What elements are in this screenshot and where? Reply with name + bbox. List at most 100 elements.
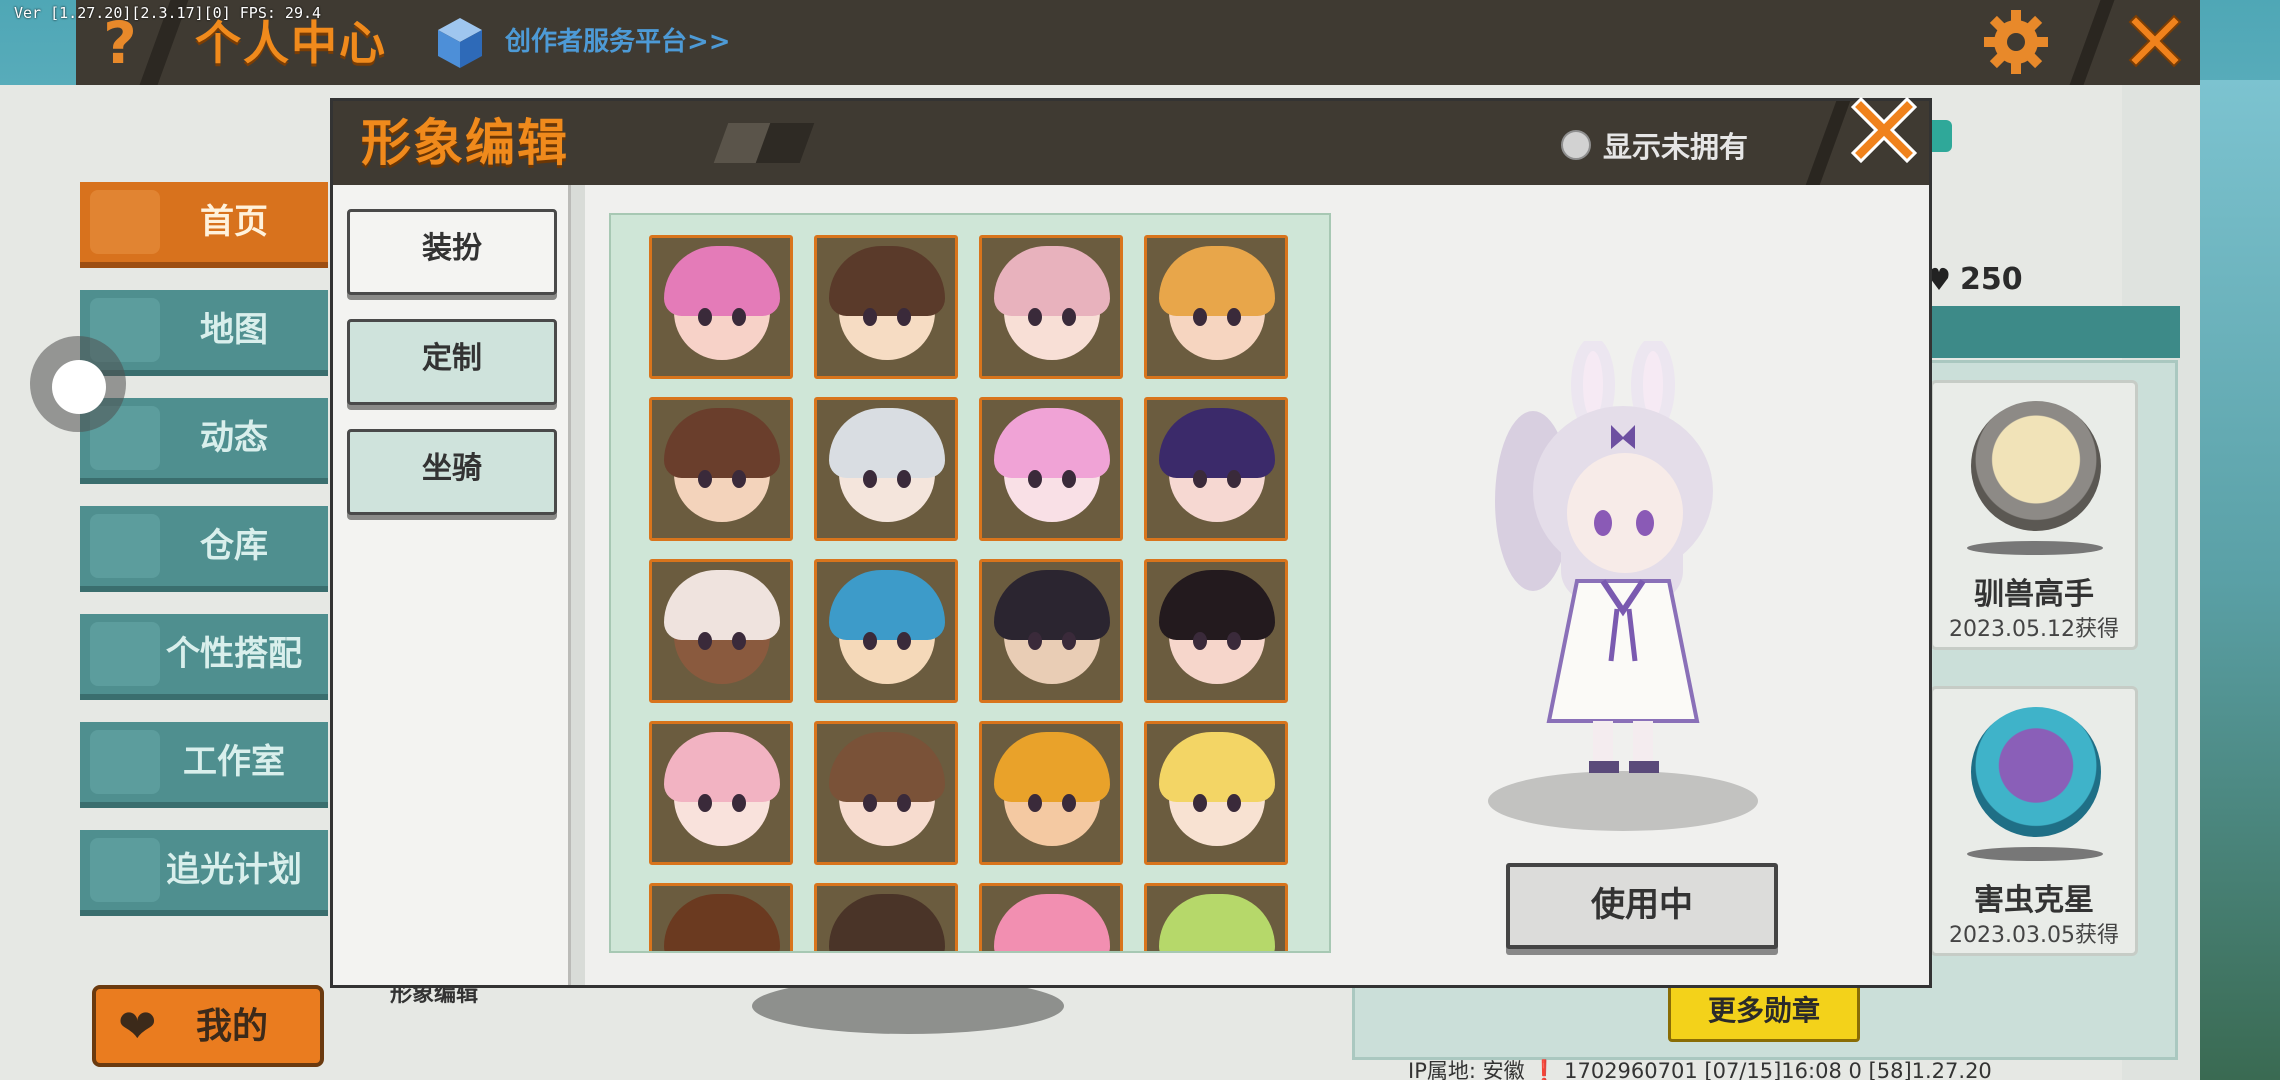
tab-mount[interactable]: 坐骑 [347, 429, 557, 515]
heart-icon: ❤ [118, 999, 157, 1053]
dialog-header: 形象编辑 显示未拥有 [333, 101, 1929, 185]
avatar-hair [664, 570, 780, 640]
pest-buster-medal-icon [1971, 707, 2101, 837]
avatar-option[interactable] [814, 235, 958, 379]
avatar-hair [1159, 732, 1275, 802]
avatar-hair [664, 732, 780, 802]
avatar-eye [1227, 470, 1241, 488]
background-scenery-right [2200, 80, 2280, 1080]
medal-date: 2023.05.12获得 [1949, 617, 2119, 642]
sidebar-item-studio[interactable]: 工作室 [80, 722, 328, 808]
medal-name: 害虫克星 [1974, 883, 2094, 918]
avatar-eye [897, 308, 911, 326]
avatar-option[interactable] [979, 559, 1123, 703]
avatar-eye [698, 794, 712, 812]
gear-icon[interactable] [1982, 8, 2050, 76]
avatar-option[interactable] [649, 397, 793, 541]
avatar-eye [698, 470, 712, 488]
avatar-option[interactable] [979, 883, 1123, 951]
beast-tamer-medal-icon [1971, 401, 2101, 531]
joystick-knob[interactable] [52, 360, 106, 414]
avatar-eye [1193, 794, 1207, 812]
sidebar-item-home[interactable]: 首页 [80, 182, 328, 268]
in-use-button[interactable]: 使用中 [1506, 863, 1778, 949]
medal-shadow [1967, 847, 2103, 861]
avatar-eye [698, 632, 712, 650]
avatar-eye [1193, 632, 1207, 650]
radio-icon[interactable] [1561, 130, 1591, 160]
avatar-option[interactable] [1144, 235, 1288, 379]
avatar-option[interactable] [1144, 559, 1288, 703]
sidebar-item-label: 首页 [200, 202, 268, 242]
medal-header-band [1932, 306, 2180, 358]
medal-card[interactable]: 驯兽高手 2023.05.12获得 [1930, 380, 2138, 650]
avatar-option[interactable] [979, 235, 1123, 379]
creator-platform-link[interactable]: 创作者服务平台>> [505, 22, 731, 62]
avatar-eye [1062, 794, 1076, 812]
avatar-eye [1062, 470, 1076, 488]
sidebar-item-label: 追光计划 [166, 850, 302, 890]
avatar-eye [1028, 632, 1042, 650]
avatar-eye [897, 794, 911, 812]
medal-date: 2023.03.05获得 [1949, 923, 2119, 948]
character-preview[interactable] [1493, 341, 1753, 801]
avatar-eye [863, 470, 877, 488]
avatar-eye [863, 632, 877, 650]
avatar-eye [732, 308, 746, 326]
avatar-eye [1193, 470, 1207, 488]
avatar-option[interactable] [1144, 721, 1288, 865]
avatar-option[interactable] [649, 235, 793, 379]
avatar-grid [609, 213, 1331, 953]
close-icon[interactable] [2122, 8, 2188, 74]
avatar-option[interactable] [649, 883, 793, 951]
avatar-option[interactable] [979, 721, 1123, 865]
tabs-divider [571, 185, 585, 985]
avatar-option[interactable] [979, 397, 1123, 541]
avatar-eye [1227, 632, 1241, 650]
avatar-eye [897, 470, 911, 488]
avatar-eye [1062, 632, 1076, 650]
avatar-hair [994, 570, 1110, 640]
sidebar-item-label: 仓库 [200, 526, 268, 566]
version-fps-readout: Ver [1.27.20][2.3.17][0] FPS: 29.4 [14, 4, 322, 22]
medal-shadow [1967, 541, 2103, 555]
cube-icon[interactable] [436, 16, 484, 70]
sidebar-item-outfit[interactable]: 个性搭配 [80, 614, 328, 700]
me-button[interactable]: ❤ 我的 [92, 985, 324, 1067]
avatar-hair [829, 894, 945, 951]
medal-card[interactable]: 害虫克星 2023.03.05获得 [1930, 686, 2138, 956]
avatar-option[interactable] [1144, 883, 1288, 951]
sidebar-item-warehouse[interactable]: 仓库 [80, 506, 328, 592]
avatar-eye [1062, 308, 1076, 326]
close-icon[interactable] [1843, 89, 1925, 171]
sidebar-item-light-chasing-plan[interactable]: 追光计划 [80, 830, 328, 916]
medal-name: 驯兽高手 [1974, 577, 2094, 612]
more-medals-button[interactable]: 更多勋章 [1668, 980, 1860, 1042]
avatar-hair [829, 732, 945, 802]
avatar-option[interactable] [814, 397, 958, 541]
avatar-eye [1193, 308, 1207, 326]
avatar-eye [732, 632, 746, 650]
avatar-option[interactable] [814, 559, 958, 703]
avatar-hair [994, 246, 1110, 316]
avatar-option[interactable] [814, 883, 958, 951]
avatar-option[interactable] [814, 721, 958, 865]
avatar-eye [1028, 308, 1042, 326]
avatar-option[interactable] [649, 721, 793, 865]
coin-count: 250 [1960, 262, 2023, 297]
avatar-option[interactable] [1144, 397, 1288, 541]
avatar-eye [1227, 308, 1241, 326]
avatar-eye [1227, 794, 1241, 812]
avatar-eye [1028, 794, 1042, 812]
avatar-option[interactable] [649, 559, 793, 703]
avatar-hair [1159, 408, 1275, 478]
avatar-hair [829, 570, 945, 640]
avatar-hair [994, 894, 1110, 951]
show-unowned-toggle[interactable]: 显示未拥有 [1561, 127, 1749, 164]
sidebar-item-label: 个性搭配 [166, 634, 302, 674]
avatar-hair [829, 408, 945, 478]
tab-dress-up[interactable]: 装扮 [347, 209, 557, 295]
show-unowned-label: 显示未拥有 [1603, 130, 1749, 164]
top-bar [76, 0, 2200, 85]
tab-customize[interactable]: 定制 [347, 319, 557, 405]
